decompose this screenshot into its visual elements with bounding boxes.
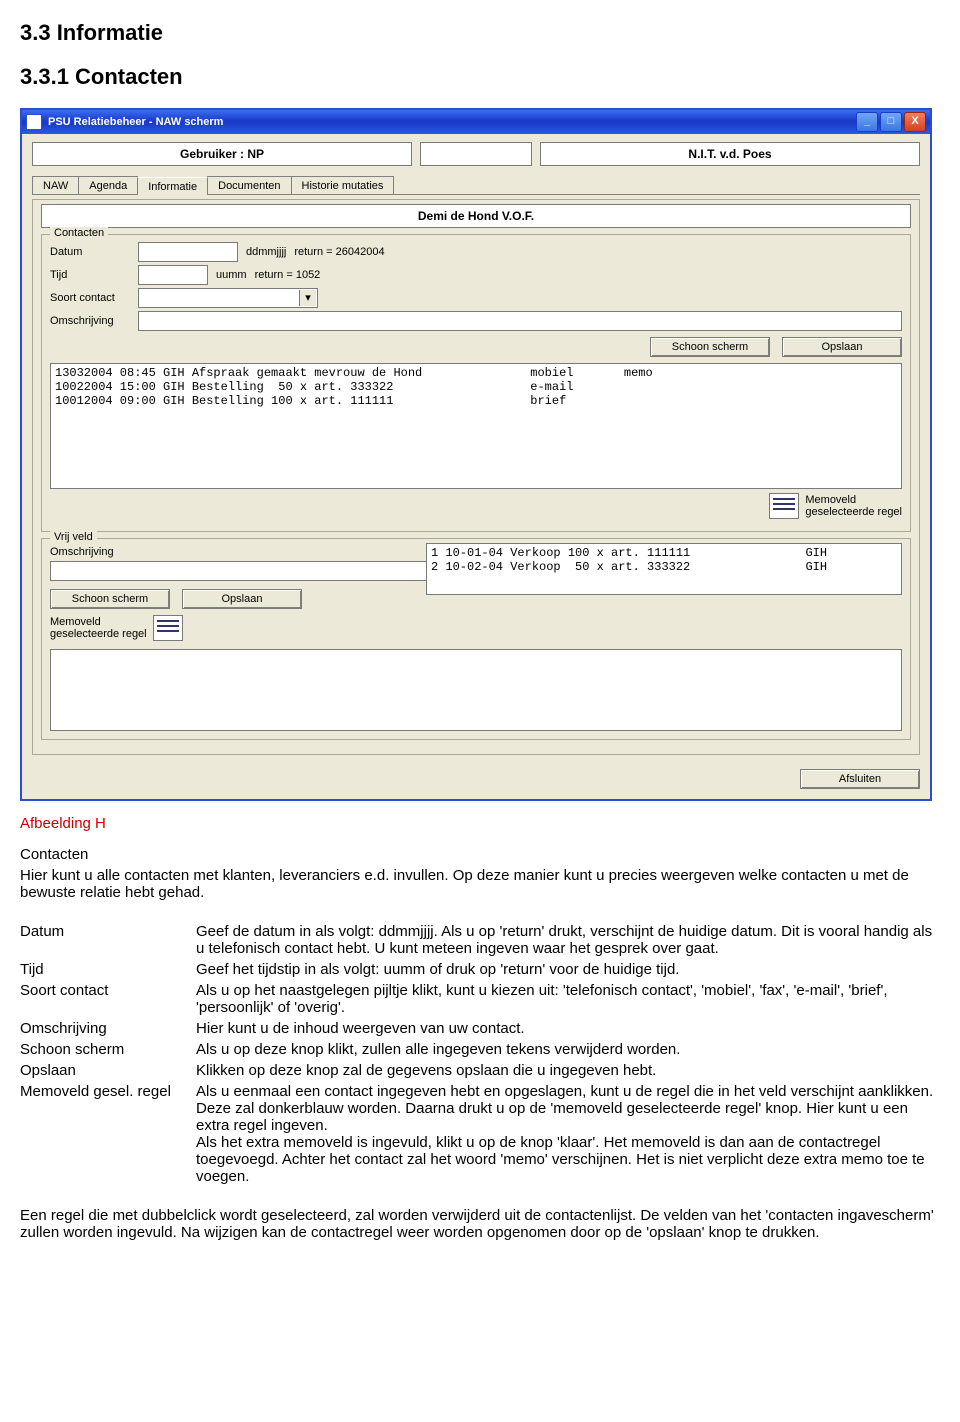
label-omschrijving-vrij: Omschrijving [50,546,130,558]
header-empty [420,142,532,166]
def-desc: Als u eenmaal een contact ingegeven hebt… [196,1081,940,1187]
tab-naw[interactable]: NAW [32,176,79,194]
chevron-down-icon[interactable]: ▾ [299,290,316,306]
label-soort: Soort contact [50,292,130,304]
fieldset-vrijveld-title: Vrij veld [50,531,97,543]
contacten-subhead: Contacten [20,846,940,863]
def-term: Memoveld gesel. regel [20,1081,196,1187]
company-box: N.I.T. v.d. Poes [540,142,920,166]
def-row: Memoveld gesel. regelAls u eenmaal een c… [20,1081,940,1187]
def-term: Schoon scherm [20,1039,196,1060]
schoon-scherm-button[interactable]: Schoon scherm [650,337,770,357]
fieldset-contacten-title: Contacten [50,227,108,239]
def-term: Datum [20,921,196,959]
tabstrip: NAW Agenda Informatie Documenten Histori… [32,176,920,195]
def-desc: Als u op deze knop klikt, zullen alle in… [196,1039,940,1060]
label-tijd: Tijd [50,269,130,281]
hint-datum-format: ddmmjjjj [246,246,286,258]
def-term: Tijd [20,959,196,980]
section-heading: 3.3 Informatie [20,20,940,46]
def-term: Opslaan [20,1060,196,1081]
intro-paragraph: Hier kunt u alle contacten met klanten, … [20,867,940,901]
input-datum[interactable] [138,242,238,262]
memo-label-vrij: Memoveld geselecteerde regel [50,616,147,640]
tab-documenten[interactable]: Documenten [207,176,291,194]
def-term: Soort contact [20,980,196,1018]
def-row: OmschrijvingHier kunt u de inhoud weerge… [20,1018,940,1039]
def-row: OpslaanKlikken op deze knop zal de gegev… [20,1060,940,1081]
opslaan-button-vrij[interactable]: Opslaan [182,589,302,609]
schoon-scherm-button-vrij[interactable]: Schoon scherm [50,589,170,609]
afsluiten-button[interactable]: Afsluiten [800,769,920,789]
tab-historie[interactable]: Historie mutaties [291,176,395,194]
close-button[interactable]: X [904,112,926,132]
def-term: Omschrijving [20,1018,196,1039]
app-icon [26,114,42,130]
opslaan-button[interactable]: Opslaan [782,337,902,357]
closing-paragraph: Een regel die met dubbelclick wordt gese… [20,1207,940,1241]
def-row: Soort contactAls u op het naastgelegen p… [20,980,940,1018]
titlebar[interactable]: PSU Relatiebeheer - NAW scherm _ □ X [22,110,930,134]
input-omschrijving[interactable] [138,311,902,331]
hint-datum-return: return = 26042004 [294,246,384,258]
fieldset-contacten: Contacten Datum ddmmjjjj return = 260420… [41,234,911,532]
vrij-large-listbox[interactable] [50,649,902,731]
tab-informatie[interactable]: Informatie [137,177,208,195]
def-desc: Geef het tijdstip in als volgt: uumm of … [196,959,940,980]
subsection-heading: 3.3.1 Contacten [20,64,940,90]
def-desc: Geef de datum in als volgt: ddmmjjjj. Al… [196,921,940,959]
window-title: PSU Relatiebeheer - NAW scherm [48,116,223,128]
memo-icon-vrij[interactable] [153,615,183,641]
main-panel: Demi de Hond V.O.F. Contacten Datum ddmm… [32,199,920,755]
def-row: DatumGeef de datum in als volgt: ddmmjjj… [20,921,940,959]
def-row: Schoon schermAls u op deze knop klikt, z… [20,1039,940,1060]
label-omschrijving: Omschrijving [50,315,130,327]
input-tijd[interactable] [138,265,208,285]
app-window: PSU Relatiebeheer - NAW scherm _ □ X Geb… [20,108,932,801]
input-vrij-omschrijving[interactable] [50,561,430,581]
figure-caption: Afbeelding H [20,815,940,832]
def-row: TijdGeef het tijdstip in als volgt: uumm… [20,959,940,980]
user-box: Gebruiker : NP [32,142,412,166]
def-desc: Als u op het naastgelegen pijltje klikt,… [196,980,940,1018]
hint-tijd-format: uumm [216,269,247,281]
minimize-button[interactable]: _ [856,112,878,132]
label-datum: Datum [50,246,130,258]
tab-agenda[interactable]: Agenda [78,176,138,194]
memo-label: Memoveld geselecteerde regel [805,494,902,518]
memo-icon[interactable] [769,493,799,519]
fieldset-vrijveld: Vrij veld Omschrijving Schoon scherm Ops… [41,538,911,740]
def-desc: Hier kunt u de inhoud weergeven van uw c… [196,1018,940,1039]
definition-table: DatumGeef de datum in als volgt: ddmmjjj… [20,921,940,1187]
vrij-listbox[interactable]: 1 10-01-04 Verkoop 100 x art. 111111 GIH… [426,543,902,595]
relation-name: Demi de Hond V.O.F. [41,204,911,228]
contacten-listbox[interactable]: 13032004 08:45 GIH Afspraak gemaakt mevr… [50,363,902,489]
def-desc: Klikken op deze knop zal de gegevens ops… [196,1060,940,1081]
hint-tijd-return: return = 1052 [255,269,321,281]
maximize-button[interactable]: □ [880,112,902,132]
combo-soort-contact[interactable]: ▾ [138,288,318,308]
